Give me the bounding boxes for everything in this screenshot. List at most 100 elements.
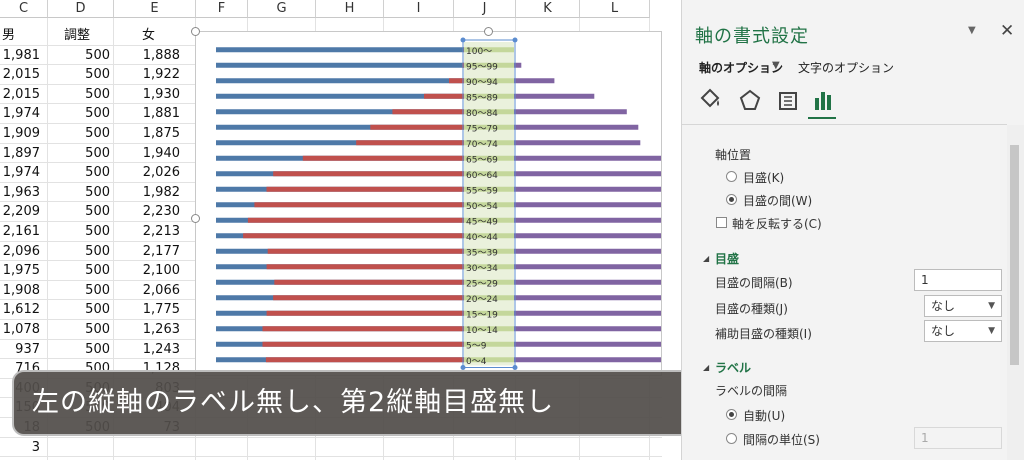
category-label[interactable]: 15～19 [466,310,498,320]
collapse-labels-icon[interactable]: ◢ [703,363,709,372]
bar-female[interactable] [514,310,662,316]
cell-adjust[interactable]: 500 [50,104,110,124]
bar-female[interactable] [514,264,662,270]
bar-male[interactable] [424,93,464,99]
cell-male[interactable]: 2,096 [2,242,40,262]
tab-axis-options[interactable]: 軸のオプション [699,59,783,76]
category-label[interactable]: 80～84 [466,109,498,119]
axis-options-icon[interactable] [810,86,838,114]
cell-female[interactable]: 1,243 [114,340,180,360]
bar-background[interactable] [216,62,464,68]
bar-female[interactable] [514,186,662,192]
cell-female[interactable]: 2,066 [114,281,180,301]
column-header-l[interactable]: L [580,0,650,18]
bar-male[interactable] [254,202,464,208]
section-ticks[interactable]: 目盛 [715,250,739,267]
cell-male[interactable]: 2,209 [2,202,40,222]
cell-female[interactable]: 2,177 [114,242,180,262]
cell-male[interactable]: 1,612 [2,300,40,320]
bar-female[interactable] [514,341,662,347]
bar-male[interactable] [266,264,464,270]
axis-handle[interactable] [512,37,518,43]
bar-female[interactable] [514,357,662,363]
cell-adjust[interactable]: 500 [50,65,110,85]
column-header-g[interactable]: G [248,0,316,18]
cell-male[interactable]: 3 [2,438,40,458]
bar-background[interactable] [216,78,464,84]
bar-female[interactable] [514,171,662,177]
category-label[interactable]: 55～59 [466,186,498,196]
cell-male[interactable]: 1,908 [2,281,40,301]
cell-female[interactable]: 1,922 [114,65,180,85]
category-label[interactable]: 5～9 [466,341,487,351]
cell-male[interactable]: 1,963 [2,183,40,203]
radio-between-ticks[interactable] [726,194,737,205]
category-label[interactable]: 60～64 [466,171,498,181]
cell-female[interactable]: 1,888 [114,46,180,66]
bar-male[interactable] [392,109,464,115]
bar-male[interactable] [266,310,464,316]
category-label[interactable]: 50～54 [466,202,498,212]
bar-female[interactable] [514,233,662,239]
cell-male[interactable]: 1,897 [2,144,40,164]
cell-female[interactable] [114,438,180,458]
category-label[interactable]: 25～29 [466,279,498,289]
bar-male[interactable] [356,140,464,146]
cell-female[interactable]: 女 [114,26,180,46]
scrollbar-thumb[interactable] [1010,145,1019,365]
collapse-ticks-icon[interactable]: ◢ [703,254,709,263]
column-header-f[interactable]: F [196,0,248,18]
cell-female[interactable]: 2,213 [114,222,180,242]
cell-male[interactable]: 1,975 [2,261,40,281]
category-label[interactable]: 100～ [466,47,492,57]
tick-interval-input[interactable]: 1 [914,269,1002,291]
category-label[interactable]: 30～34 [466,264,498,274]
category-label[interactable]: 45～49 [466,217,498,227]
category-label[interactable]: 70～74 [466,140,498,150]
bar-female[interactable] [514,155,662,161]
cell-female[interactable]: 1,930 [114,85,180,105]
cell-female[interactable]: 2,026 [114,163,180,183]
bar-female[interactable] [514,124,639,130]
radio-on-tick-label[interactable]: 目盛(K) [743,169,784,186]
category-label[interactable]: 90～94 [466,78,498,88]
cell-adjust[interactable] [50,438,110,458]
chart-plot[interactable]: 100～ 95～99 90～94 85～89 80～84 75～79 70～74 65～69 6… [196,32,662,376]
bar-female[interactable] [514,279,662,285]
cell-male[interactable]: 1,078 [2,320,40,340]
cell-male[interactable]: 1,974 [2,104,40,124]
cell-adjust[interactable]: 500 [50,46,110,66]
cell-adjust[interactable]: 500 [50,242,110,262]
pane-scrollbar[interactable] [1007,125,1024,460]
bar-male[interactable] [266,186,465,192]
column-header-k[interactable]: K [516,0,580,18]
cell-female[interactable]: 1,263 [114,320,180,340]
cell-male[interactable]: 937 [2,340,40,360]
reverse-axis-checkbox[interactable] [716,217,727,228]
category-label[interactable]: 85～89 [466,93,498,103]
bar-female[interactable] [514,93,595,99]
cell-adjust[interactable]: 500 [50,261,110,281]
minor-tick-type-select[interactable]: なし ▼ [924,320,1002,342]
category-label[interactable]: 75～79 [466,124,498,134]
bar-female[interactable] [514,326,662,332]
chart-handle-top-center[interactable] [484,27,493,36]
bar-male[interactable] [262,341,465,347]
category-label[interactable]: 65～69 [466,155,498,165]
bar-male[interactable] [273,295,464,301]
tick-type-select[interactable]: なし ▼ [924,295,1002,317]
cell-female[interactable]: 2,230 [114,202,180,222]
cell-male[interactable]: 2,015 [2,85,40,105]
section-labels[interactable]: ラベル [715,359,751,376]
cell-adjust[interactable]: 500 [50,222,110,242]
cell-male[interactable]: 1,974 [2,163,40,183]
bar-female[interactable] [514,109,627,115]
bar-male[interactable] [265,357,464,363]
cell-adjust[interactable]: 500 [50,163,110,183]
cell-male[interactable]: 2,161 [2,222,40,242]
cell-adjust[interactable]: 500 [50,85,110,105]
cell-adjust[interactable]: 500 [50,281,110,301]
column-header-d[interactable]: D [48,0,114,18]
tab-text-options[interactable]: 文字のオプション [798,59,894,76]
radio-between-ticks-label[interactable]: 目盛の間(W) [743,192,812,209]
